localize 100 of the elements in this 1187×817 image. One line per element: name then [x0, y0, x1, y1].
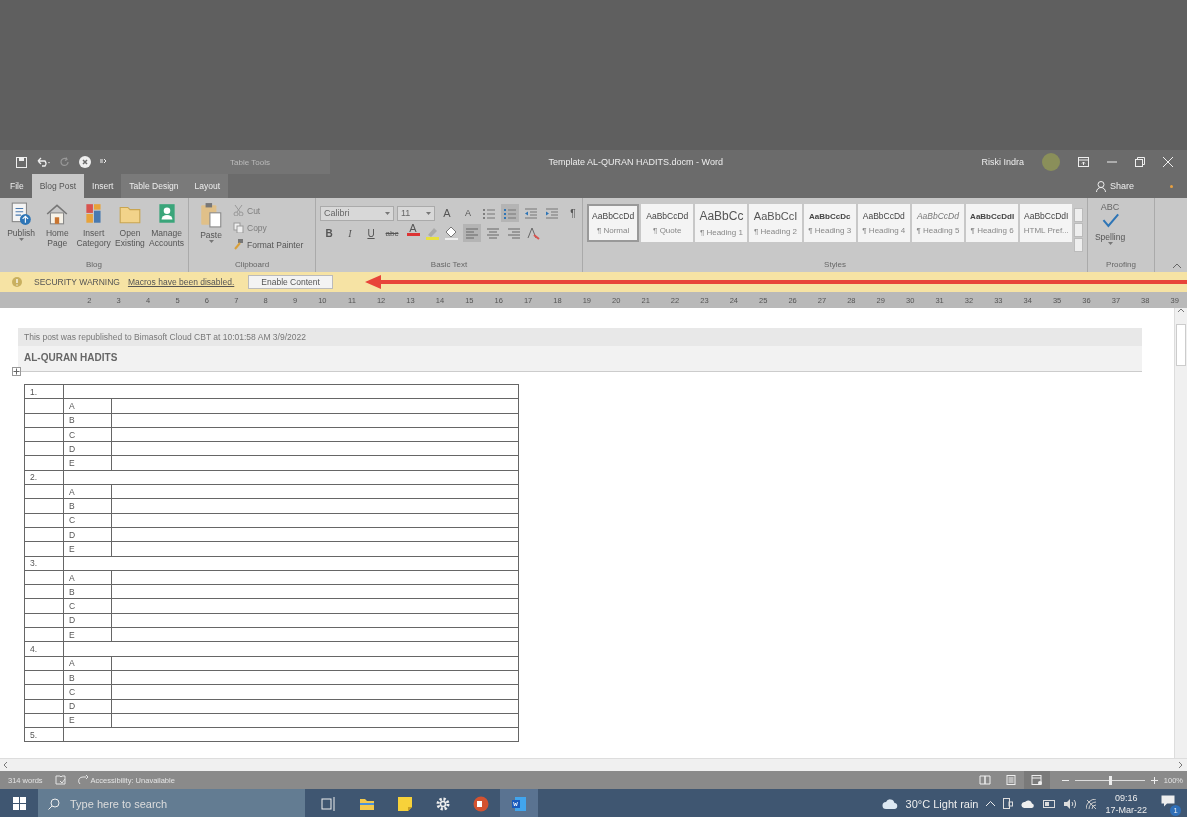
- style-tile[interactable]: AaBbCcDc ¶ Heading 3: [803, 204, 856, 242]
- answer-cell[interactable]: [111, 541, 519, 557]
- ribbon-button[interactable]: Home Page: [40, 200, 75, 258]
- answer-cell[interactable]: [111, 670, 519, 685]
- answer-cell[interactable]: [111, 684, 519, 700]
- strike-button[interactable]: abc: [383, 224, 401, 242]
- close-icon[interactable]: [1163, 157, 1173, 167]
- font-dropdown[interactable]: Calibri: [320, 205, 394, 221]
- option-letter: A: [63, 484, 112, 499]
- font-color-button[interactable]: A: [404, 224, 422, 242]
- close-circle-icon[interactable]: [79, 156, 91, 168]
- style-tile[interactable]: AaBbCcDd ¶ Heading 5: [911, 204, 965, 242]
- wifi-icon[interactable]: [1086, 798, 1098, 809]
- clock[interactable]: 09:16 17-Mar-22: [1105, 791, 1147, 816]
- spelling-button[interactable]: ABC Spelling: [1092, 200, 1128, 258]
- answer-cell[interactable]: [111, 613, 519, 628]
- option-letter: C: [63, 427, 112, 442]
- web-view-button[interactable]: [1023, 771, 1050, 789]
- italic-button[interactable]: I: [341, 224, 359, 242]
- answer-cell[interactable]: [111, 441, 519, 456]
- font-size-dropdown[interactable]: 11: [397, 205, 435, 221]
- horizontal-scrollbar[interactable]: [0, 758, 1187, 771]
- search-field[interactable]: Type here to search: [38, 789, 305, 817]
- table-move-handle-icon[interactable]: [12, 367, 21, 376]
- answer-cell[interactable]: [111, 584, 519, 599]
- answer-cell[interactable]: [111, 713, 519, 728]
- ribbon-tab[interactable]: Table Design: [121, 174, 187, 198]
- table-cell: [24, 484, 64, 499]
- chevron-up-icon[interactable]: [986, 801, 996, 806]
- style-tile[interactable]: AaBbCcDd ¶ Normal: [587, 204, 640, 242]
- user-name[interactable]: Riski Indra: [981, 157, 1024, 167]
- clear-formatting-icon[interactable]: [526, 226, 540, 240]
- ribbon-button[interactable]: Format Painter: [231, 237, 306, 252]
- cloud-icon[interactable]: [1021, 799, 1036, 808]
- table-cell: [24, 613, 64, 628]
- paste-button[interactable]: Paste: [193, 200, 229, 258]
- customize-icon[interactable]: [100, 159, 107, 165]
- answer-cell[interactable]: [111, 699, 519, 714]
- scrollbar-thumb[interactable]: [1176, 324, 1186, 366]
- numbering-icon: [503, 206, 517, 220]
- grow-font-button[interactable]: A: [438, 204, 456, 222]
- windows-logo-icon: [12, 797, 26, 810]
- device-icon[interactable]: [1003, 798, 1014, 809]
- ribbon-button[interactable]: Open Existing: [112, 200, 148, 258]
- answer-cell[interactable]: [111, 498, 519, 514]
- ribbon-tab[interactable]: Layout: [186, 174, 229, 198]
- underline-button[interactable]: U: [362, 224, 380, 242]
- align-left-icon: [466, 227, 478, 239]
- zoom-in-icon[interactable]: [1150, 776, 1158, 784]
- answer-cell[interactable]: [111, 627, 519, 642]
- ribbon-button[interactable]: Insert Category: [76, 200, 111, 258]
- battery-icon[interactable]: [1043, 799, 1057, 808]
- ribbon-display-icon[interactable]: [1078, 157, 1089, 167]
- enable-content-button[interactable]: Enable Content: [248, 275, 333, 289]
- question-cell[interactable]: [63, 384, 519, 399]
- speaker-icon[interactable]: [1064, 798, 1079, 809]
- table-cell: [24, 441, 64, 456]
- ribbon-tab[interactable]: File: [0, 174, 32, 198]
- collapse-ribbon-icon[interactable]: [1173, 263, 1181, 268]
- undo-icon[interactable]: [36, 157, 51, 167]
- answer-cell[interactable]: [111, 570, 519, 585]
- answer-cell[interactable]: [111, 456, 519, 471]
- shading-icon[interactable]: [444, 226, 460, 240]
- vertical-scrollbar[interactable]: [1174, 308, 1187, 758]
- bold-button[interactable]: B: [320, 224, 338, 242]
- answer-cell[interactable]: [111, 527, 519, 542]
- answer-cell[interactable]: [111, 484, 519, 499]
- restore-icon[interactable]: [1135, 157, 1145, 167]
- cloud-rain-icon[interactable]: [881, 797, 898, 810]
- ribbon-button[interactable]: Publish: [4, 200, 39, 258]
- question-cell[interactable]: [63, 556, 519, 571]
- answer-cell[interactable]: [111, 413, 519, 428]
- answer-cell[interactable]: [111, 598, 519, 614]
- share-button[interactable]: Share: [1095, 174, 1170, 198]
- style-tile[interactable]: AaBbCcDdI ¶ Heading 6: [966, 204, 1019, 242]
- style-tile[interactable]: AaBbCcDd ¶ Quote: [641, 204, 694, 242]
- proofing-icon[interactable]: [54, 775, 66, 785]
- weather-text[interactable]: 30°C Light rain: [905, 797, 979, 810]
- print-view-icon: [1004, 775, 1017, 785]
- answer-cell[interactable]: [111, 513, 519, 528]
- question-number: 4.: [24, 641, 64, 657]
- shrink-font-button[interactable]: A: [459, 204, 477, 222]
- task-view-icon: [321, 795, 337, 812]
- warning-link[interactable]: Macros have been disabled.: [127, 277, 235, 287]
- question-cell[interactable]: [63, 727, 519, 742]
- ribbon-tab[interactable]: Insert: [84, 174, 122, 198]
- question-cell[interactable]: [63, 641, 519, 657]
- style-tile[interactable]: AaBbCcDdI HTML Pref...: [1020, 204, 1073, 242]
- ribbon-button[interactable]: Manage Accounts: [149, 200, 184, 258]
- answer-cell[interactable]: [111, 398, 519, 414]
- style-tile[interactable]: AaBbCcDd ¶ Heading 4: [857, 204, 910, 242]
- show-marks-button[interactable]: ¶: [564, 204, 582, 222]
- answer-cell[interactable]: [111, 656, 519, 671]
- question-cell[interactable]: [63, 470, 519, 485]
- style-tile[interactable]: AaBbCcI ¶ Heading 2: [749, 204, 802, 242]
- zoom-thumb[interactable]: [1108, 775, 1112, 785]
- style-tile[interactable]: AaBbCc ¶ Heading 1: [695, 204, 748, 242]
- ribbon-tab[interactable]: Blog Post: [31, 174, 85, 198]
- answer-cell[interactable]: [111, 427, 519, 442]
- option-letter: C: [63, 684, 112, 700]
